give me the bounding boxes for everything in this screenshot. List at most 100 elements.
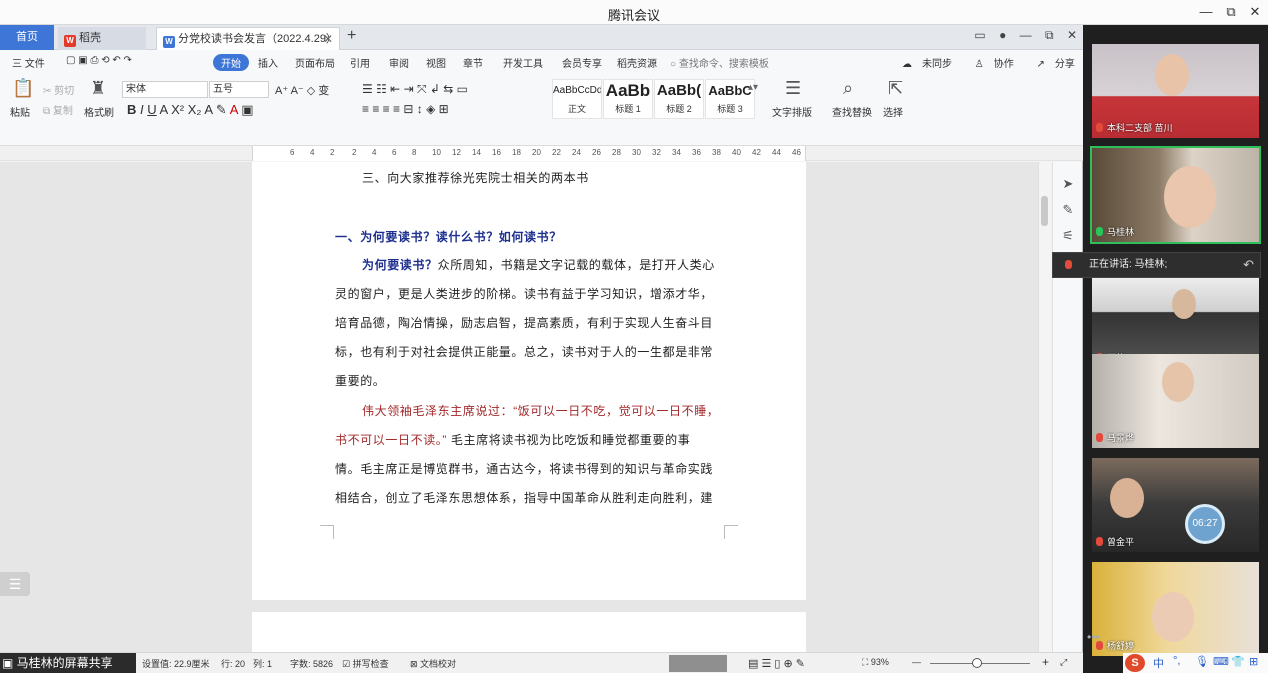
menu-file[interactable]: 三 文件 — [12, 55, 45, 70]
document-canvas[interactable]: 三、向大家推荐徐光宪院士相关的两本书 一、为何要读书？读什么书？如何读书？ 为何… — [0, 162, 1038, 652]
view-mode-icons[interactable]: ▤ ☰ ▯ ⊕ ✎ — [748, 657, 805, 670]
scrollbar-thumb[interactable] — [1041, 196, 1048, 226]
menu-member[interactable]: 会员专享 — [562, 55, 602, 70]
avatar[interactable]: ● — [999, 28, 1006, 42]
paste-icon[interactable]: 📋 — [12, 78, 34, 99]
vertical-scrollbar[interactable] — [1038, 162, 1050, 652]
text-layout-icon[interactable]: ☰ — [785, 78, 801, 99]
tab-document[interactable]: W 分党校读书会发言（2022.4.29） ✕ — [156, 27, 340, 50]
collab-button[interactable]: ♙ 协作 — [975, 59, 1024, 70]
ime-grid-icon[interactable]: ⊞ — [1249, 655, 1258, 668]
list-indent-icons[interactable]: ☰ ☷ ⇤ ⇥ ⤧ ↲ ⇆ ▭ — [362, 82, 468, 97]
pen-icon[interactable]: ✎ — [1060, 202, 1076, 218]
document-page-next[interactable] — [252, 612, 806, 652]
style-heading-1[interactable]: AaBb 标题 1 — [603, 79, 653, 119]
more-icon[interactable]: ••• — [1087, 630, 1100, 644]
menu-daoke-resources[interactable]: 稻壳资源 — [617, 55, 657, 70]
settings-sliders-icon[interactable]: ⚟ — [1060, 228, 1076, 244]
wps-close-button[interactable]: ✕ — [1067, 28, 1077, 42]
ime-language[interactable]: 中 — [1153, 655, 1164, 671]
zoom-slider-handle[interactable] — [972, 658, 982, 668]
document-page[interactable]: 三、向大家推荐徐光宪院士相关的两本书 一、为何要读书？读什么书？如何读书？ 为何… — [252, 162, 806, 600]
zoom-value[interactable]: ⛶ 93% — [862, 657, 889, 668]
minimize-button[interactable]: — — [1195, 3, 1217, 21]
wps-window-controls: ▭ ● — ⧉ ✕ — [964, 28, 1077, 43]
ime-mic-icon[interactable]: 🎙 — [1195, 655, 1209, 668]
select-button[interactable]: 选择 — [883, 104, 903, 119]
participant-video[interactable]: 本科二支部 苗川 — [1092, 44, 1259, 138]
meeting-title: 腾讯会议 — [607, 8, 660, 23]
style-heading-2[interactable]: AaBb( 标题 2 — [654, 79, 704, 119]
menu-insert[interactable]: 插入 — [258, 55, 278, 70]
text-layout-button[interactable]: 文字排版 — [772, 104, 812, 119]
unsynced-button[interactable]: ☁ 未同步 — [902, 59, 962, 70]
spell-check-button[interactable]: ☑ 拼写检查 — [342, 657, 389, 670]
menu-page-layout[interactable]: 页面布局 — [295, 55, 335, 70]
find-replace-button[interactable]: 查找替换 — [832, 104, 872, 119]
alignment-icons[interactable]: ≡ ≡ ≡ ≡ ⊟ ↕ ◈ ⊞ — [362, 102, 449, 116]
screen-share-text: 马桂林的屏幕共享 — [16, 656, 113, 670]
tab-daoke[interactable]: W 稻壳 — [58, 27, 146, 50]
doc-proof-button[interactable]: ⊠ 文档校对 — [410, 657, 456, 670]
close-button[interactable]: ✕ — [1244, 3, 1266, 21]
paragraph-line: 相结合，创立了毛泽东思想体系，指导中国革命从胜利走向胜利，建 — [335, 491, 714, 505]
paragraph-line: 为何要读书？众所周知，书籍是文字记载的载体，是打开人类心 — [362, 256, 715, 273]
font-name-select[interactable]: 宋体 — [122, 81, 208, 98]
font-grow-shrink-icon[interactable]: A⁺ A⁻ ◇ 变 — [275, 82, 329, 98]
layout-icon[interactable]: ▭ — [974, 28, 985, 42]
cut-button[interactable]: ✂ 剪切 — [43, 82, 74, 97]
ime-skin-icon[interactable]: 👕 — [1231, 655, 1245, 668]
participant-video[interactable]: 马景烨 — [1092, 354, 1259, 448]
menu-developer[interactable]: 开发工具 — [503, 55, 543, 70]
ime-keyboard-icon[interactable]: ⌨ — [1213, 655, 1229, 668]
format-painter-icon[interactable]: ♜ — [90, 78, 106, 99]
new-tab-button[interactable]: + — [347, 27, 356, 45]
command-search[interactable]: ○ 查找命令、搜索模板 — [670, 55, 769, 70]
participants-panel: 本科二支部 苗川 马桂林 正在讲话: 马桂林; ↶ 王佳 马景烨 06:27 曾… — [1052, 25, 1268, 673]
sogou-logo-icon[interactable]: S — [1125, 654, 1145, 672]
right-toolbar: ➤ ✎ ⚟ ? — [1052, 162, 1082, 652]
participant-video-active[interactable]: 马桂林 — [1090, 146, 1261, 244]
menu-review[interactable]: 审阅 — [389, 55, 409, 70]
cursor-icon[interactable]: ⇱ — [888, 78, 903, 99]
screen-share-label[interactable]: ▣ 马桂林的屏幕共享 — [0, 653, 136, 673]
style-normal[interactable]: AaBbCcDd 正文 — [552, 79, 602, 119]
ruler-tick-label: 2 — [330, 148, 335, 157]
format-painter-button[interactable]: 格式刷 — [84, 104, 114, 119]
menu-start[interactable]: 开始 — [213, 54, 249, 71]
ruler-tick-label: 26 — [592, 148, 601, 157]
font-size-select[interactable]: 五号 — [209, 81, 269, 98]
styles-more-icon[interactable]: ▴▾ — [748, 82, 758, 93]
wps-restore-button[interactable]: ⧉ — [1045, 28, 1054, 43]
collapse-arrow-icon[interactable]: ↶ — [1243, 253, 1254, 277]
save-icon[interactable]: ▢ ▣ ⎙ ⟲ ↶ ↷ — [66, 55, 132, 66]
text-format-icons[interactable]: B I U A X² X₂ A ✎ A ▣ — [127, 102, 254, 118]
menu-view[interactable]: 视图 — [426, 55, 446, 70]
ime-punctuation[interactable]: °, — [1173, 655, 1180, 667]
speaking-indicator: 正在讲话: 马桂林; ↶ — [1052, 252, 1261, 278]
pointer-icon[interactable]: ➤ — [1060, 176, 1076, 192]
close-tab-icon[interactable]: ✕ — [323, 28, 333, 50]
participant-video[interactable]: 杨舒婷 — [1092, 562, 1259, 656]
find-icon[interactable]: ⌕ — [843, 78, 853, 99]
fullscreen-icon[interactable]: ⤢ — [1060, 657, 1067, 668]
participant-video[interactable]: 06:27 曾金平 — [1092, 458, 1259, 552]
paste-button[interactable]: 粘贴 — [10, 104, 30, 119]
share-button[interactable]: ↗ 分享 — [1037, 59, 1085, 70]
section-title: 三、向大家推荐徐光宪院士相关的两本书 — [362, 171, 589, 185]
menu-references[interactable]: 引用 — [350, 55, 370, 70]
zoom-out-button[interactable]: — — [912, 657, 921, 667]
zoom-in-button[interactable]: + — [1042, 655, 1049, 669]
menu-chapter[interactable]: 章节 — [463, 55, 483, 70]
style-heading-1-sample: AaBb — [605, 81, 651, 100]
restore-button[interactable]: ⧉ — [1220, 3, 1242, 21]
word-count[interactable]: 字数: 5826 — [290, 657, 333, 670]
navigation-pane-icon[interactable]: ☰ — [0, 572, 30, 596]
tab-home[interactable]: 首页 — [0, 25, 54, 50]
participant-name: 曾金平 — [1096, 535, 1134, 548]
copy-button[interactable]: ⧉ 复制 — [43, 102, 73, 117]
quote-text: 伟大领袖毛泽东主席说过：“饭可以一日不吃，觉可以一日不睡， — [362, 404, 720, 418]
zoom-percent: 93% — [870, 657, 889, 667]
wps-minimize-button[interactable]: — — [1020, 28, 1032, 42]
status-placeholder — [669, 655, 727, 672]
